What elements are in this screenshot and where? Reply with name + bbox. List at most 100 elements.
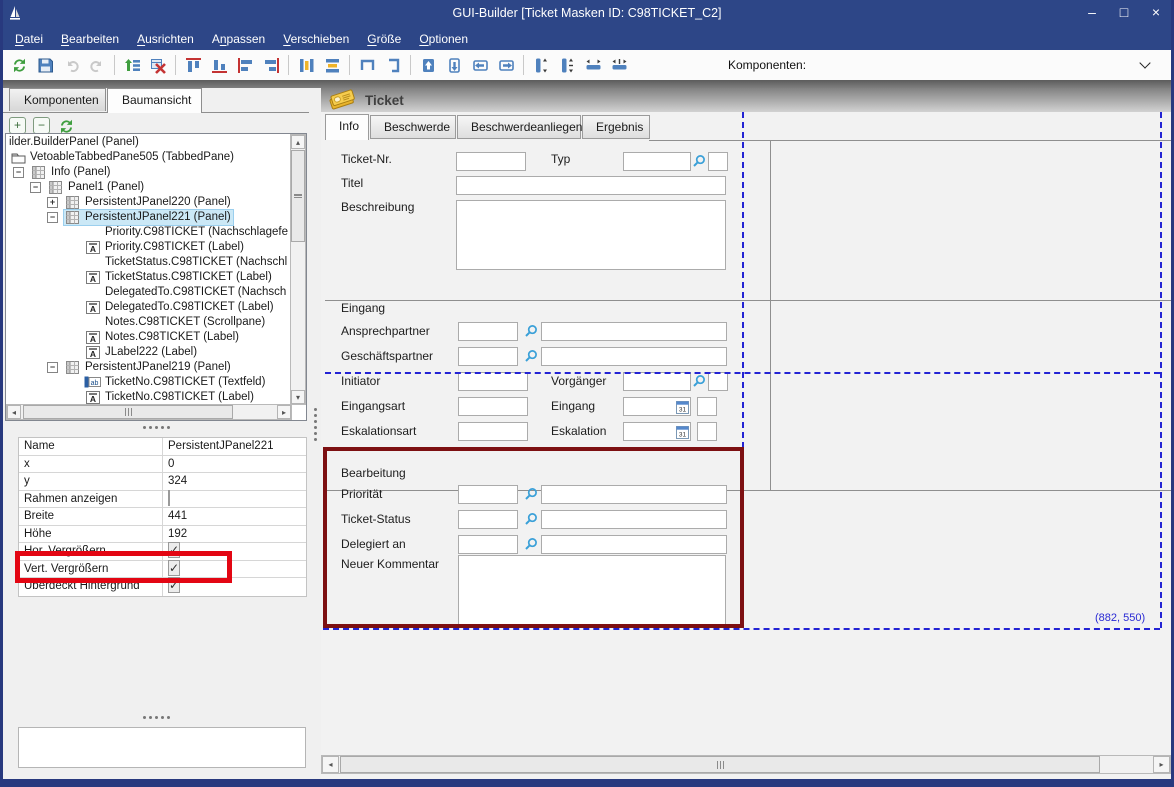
neuer-kommentar-textarea[interactable] [458,555,726,625]
form-tab-ergebnis[interactable]: Ergebnis [582,115,650,139]
tree-item[interactable]: −PersistentJPanel219 (Panel) [6,360,306,375]
tree-item[interactable]: ADelegatedTo.C98TICKET (Label) [6,300,306,315]
tree-item[interactable]: DelegatedTo.C98TICKET (Nachsch [6,285,306,300]
match-width-icon[interactable] [354,53,380,77]
menu-item-ausrichten[interactable]: Ausrichten [128,30,203,48]
geschaeftspartner-name-input[interactable] [541,347,727,366]
initiator-input[interactable] [458,372,528,391]
geschaeftspartner-input[interactable] [458,347,518,366]
form-tab-beschwerde[interactable]: Beschwerde [370,115,456,139]
checked-checkbox[interactable]: ✓ [168,542,180,558]
vorgaenger-code-input[interactable] [708,372,728,391]
ticket-nr-input[interactable] [456,152,526,171]
scroll-thumb[interactable] [291,150,305,242]
tree-item[interactable]: AJLabel222 (Label) [6,345,306,360]
calendar-icon[interactable]: 31 [676,425,689,442]
prioritaet-name-input[interactable] [541,485,727,504]
tree-item[interactable]: TicketStatus.C98TICKET (Nachschl [6,255,306,270]
panel-splitter[interactable] [314,408,317,441]
menu-item-bearbeiten[interactable]: Bearbeiten [52,30,128,48]
collapse-icon[interactable]: − [13,167,24,178]
splitter-grip-top[interactable] [3,426,309,429]
prioritaet-lookup-icon[interactable] [524,487,538,504]
tree-collapse-button[interactable]: − [33,117,50,134]
eskalation-code-input[interactable] [697,422,717,441]
menu-item-größe[interactable]: Größe [358,30,410,48]
ansprechpartner-name-input[interactable] [541,322,727,341]
ticket-status-input[interactable] [458,510,518,529]
tree-expand-button[interactable]: + [9,117,26,134]
scroll-button[interactable]: ◂ [322,756,339,773]
tree-horizontal-scrollbar[interactable]: ◂▸ [6,404,292,420]
collapse-icon[interactable]: − [47,212,58,223]
typ-lookup-icon[interactable] [692,154,706,171]
property-value[interactable]: 324 [168,475,187,487]
menu-item-anpassen[interactable]: Anpassen [203,30,274,48]
eskalation-date-input[interactable]: 31 [623,422,691,441]
scroll-button[interactable]: ▴ [291,135,305,149]
prioritaet-input[interactable] [458,485,518,504]
collapse-icon[interactable]: − [47,362,58,373]
refresh-icon[interactable] [6,53,32,77]
scroll-thumb[interactable] [23,405,233,419]
distribute-horizontal-icon[interactable] [319,53,345,77]
eskalationsart-input[interactable] [458,422,528,441]
delegiert-an-lookup-icon[interactable] [524,537,538,554]
scroll-button[interactable]: ◂ [7,405,21,419]
collapse-icon[interactable]: − [30,182,41,193]
align-right-icon[interactable] [258,53,284,77]
tree-item[interactable]: −Info (Panel) [6,165,306,180]
tree-item[interactable]: Notes.C98TICKET (Scrollpane) [6,315,306,330]
scroll-thumb[interactable] [340,756,1100,773]
ansprechpartner-lookup-icon[interactable] [524,324,538,341]
property-value[interactable]: 0 [168,458,174,470]
property-value[interactable]: 441 [168,510,187,522]
tree-item[interactable]: APriority.C98TICKET (Label) [6,240,306,255]
tree-item[interactable]: +PersistentJPanel220 (Panel) [6,195,306,210]
geschaeftspartner-lookup-icon[interactable] [524,349,538,366]
tree-item[interactable]: ATicketNo.C98TICKET (Label) [6,390,306,405]
tree-item[interactable]: ATicketStatus.C98TICKET (Label) [6,270,306,285]
resize-height-alt-icon[interactable] [554,53,580,77]
expand-icon[interactable]: + [47,197,58,208]
move-right-icon[interactable] [493,53,519,77]
distribute-vertical-icon[interactable] [293,53,319,77]
move-left-icon[interactable] [467,53,493,77]
save-icon[interactable] [32,53,58,77]
delete-component-icon[interactable] [145,53,171,77]
typ-code-input[interactable] [708,152,728,171]
chevron-down-icon[interactable] [1139,57,1150,68]
property-value[interactable]: PersistentJPanel221 [168,440,273,452]
tab-baumansicht[interactable]: Baumansicht [107,88,202,113]
typ-input[interactable] [623,152,691,171]
eingang-code-input[interactable] [697,397,717,416]
eingang-date-input[interactable]: 31 [623,397,691,416]
scroll-button[interactable]: ▾ [291,390,305,404]
ticket-status-lookup-icon[interactable] [524,512,538,529]
vorgaenger-input[interactable] [623,372,691,391]
form-tab-beschwerdeanliegen[interactable]: Beschwerdeanliegen [457,115,581,139]
move-up-icon[interactable] [415,53,441,77]
align-left-icon[interactable] [232,53,258,77]
resize-height-icon[interactable] [528,53,554,77]
menu-item-verschieben[interactable]: Verschieben [274,30,358,48]
move-down-icon[interactable] [441,53,467,77]
menu-item-optionen[interactable]: Optionen [410,30,477,48]
checked-checkbox[interactable]: ✓ [168,560,180,576]
maximize-button[interactable]: □ [1116,4,1132,20]
tree-item[interactable]: −Panel1 (Panel) [6,180,306,195]
tree-refresh-button[interactable] [57,117,74,134]
align-bottom-icon[interactable] [206,53,232,77]
delegiert-an-input[interactable] [458,535,518,554]
ansprechpartner-input[interactable] [458,322,518,341]
form-tab-info[interactable]: Info [325,114,369,140]
ticket-status-name-input[interactable] [541,510,727,529]
unchecked-checkbox[interactable] [168,490,170,506]
tree-item[interactable]: ilder.BuilderPanel (Panel) [6,135,306,150]
align-top-icon[interactable] [180,53,206,77]
tree-vertical-scrollbar[interactable]: ▴▾ [290,134,306,405]
tree-item[interactable]: −PersistentJPanel221 (Panel) [6,210,306,225]
menu-item-datei[interactable]: Datei [6,30,52,48]
match-height-icon[interactable] [380,53,406,77]
tree-item[interactable]: VetoableTabbedPane505 (TabbedPane) [6,150,306,165]
